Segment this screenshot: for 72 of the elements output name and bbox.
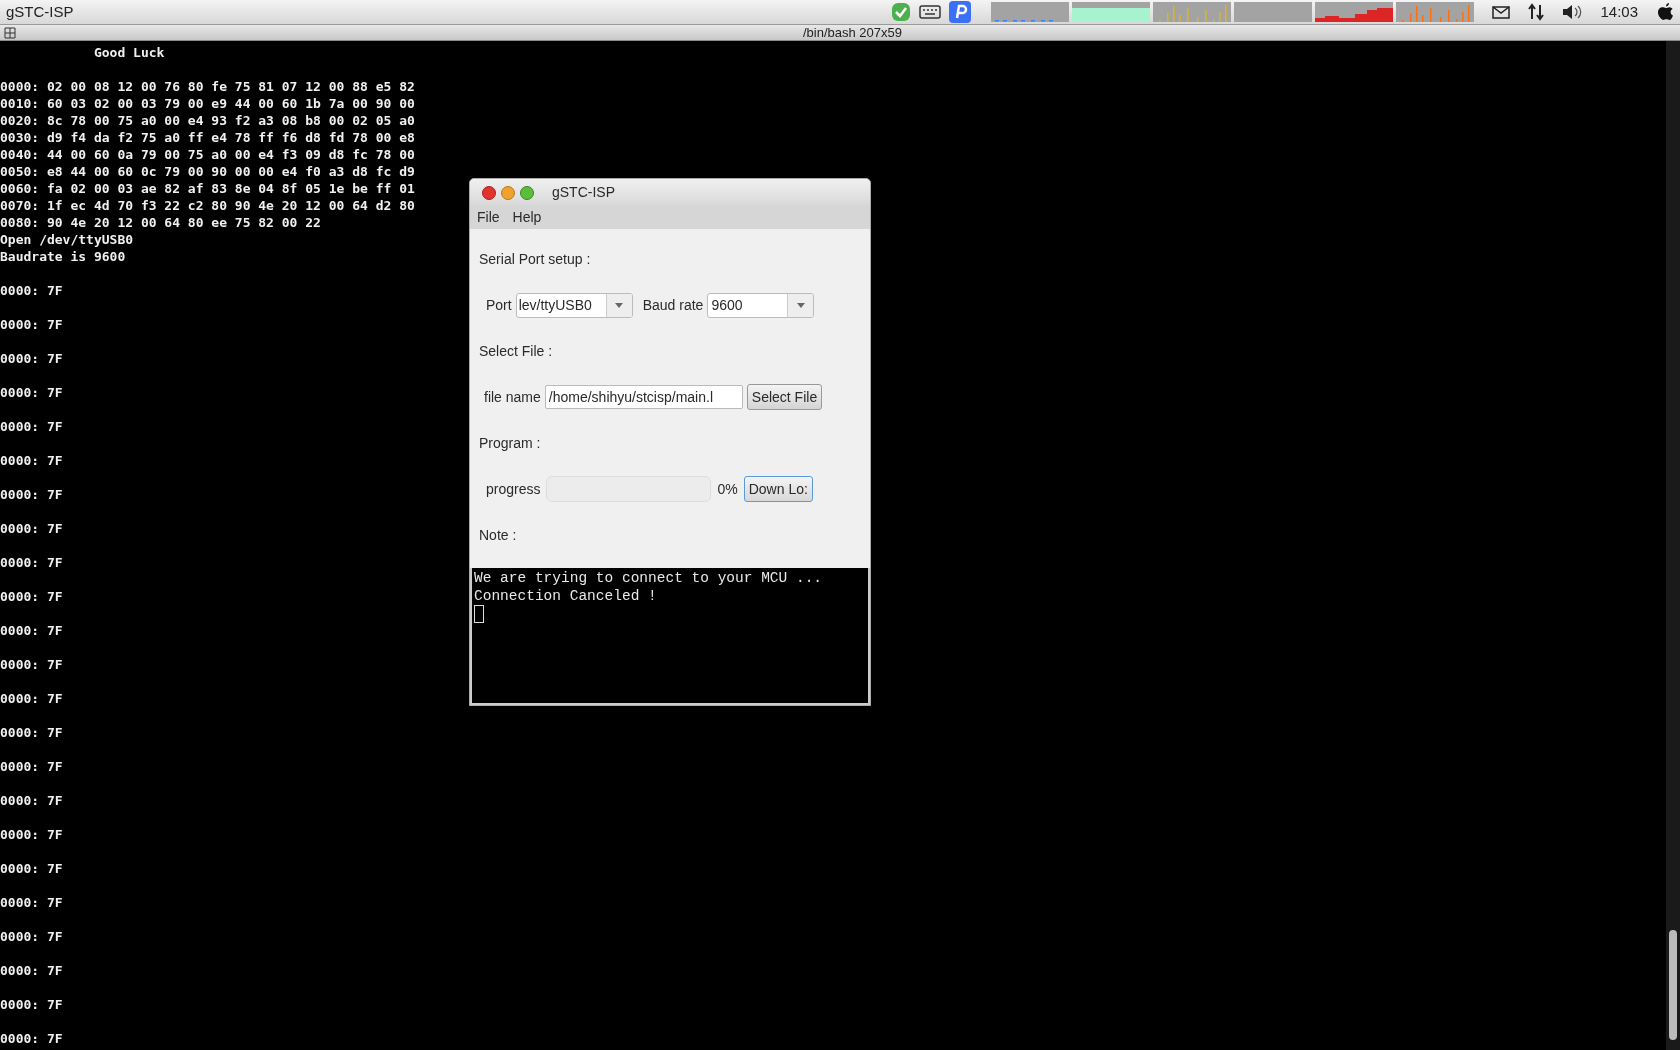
terminal-line: 0000: 7F [0,759,63,774]
section-heading: Program : [479,433,541,453]
menu-item[interactable]: Help [512,207,542,228]
file-name-field[interactable]: /home/shihyu/stcisp/main.l [544,385,743,409]
terminal-line: 0000: 7F [0,555,63,570]
terminal-line: 0000: 7F [0,351,63,366]
caret-icon [615,302,624,308]
terminal-line: 0000: 7F [0,963,63,978]
layout-grid-icon[interactable] [4,27,16,39]
terminal-line: 0070: 1f ec 4d 70 f3 22 c2 80 90 4e 20 12 00 64 d2 80 [0,198,415,213]
terminal-line: Baudrate is 9600 [0,249,126,264]
file-name-label: file name [484,387,541,407]
terminal-line: 0000: 7F [0,623,63,638]
terminal-line: 0000: 7F [0,1031,63,1046]
mail-icon[interactable] [1492,5,1511,19]
terminal-line: 0050: e8 44 00 60 0c 79 00 90 00 00 e4 f0 a3 d8 fc d9 [0,164,415,179]
terminal-line: 0000: 02 00 08 12 00 76 80 fe 75 81 07 12 00 88 e5 82 [0,79,415,94]
terminal-title: /bin/bash 207x59 [802,25,902,40]
terminal-line: 0080: 90 4e 20 12 00 64 80 ee 75 82 00 22 [0,215,321,230]
terminal-line: 0020: 8c 78 00 75 a0 00 e4 93 f2 a3 08 b8 00 02 05 a0 [0,113,415,128]
terminal-line: 0000: 7F [0,385,63,400]
port-dropdown[interactable]: lev/ttyUSB0 [515,292,633,318]
select-file-button[interactable]: Select File [746,384,823,410]
baud-rate-dropdown[interactable]: 9600 [707,292,815,318]
scrollbar-track[interactable] [1666,41,1680,1050]
terminal-line: Open /dev/ttyUSB0 [0,232,134,247]
log-line: Connection Canceled ! [474,587,658,605]
app-name: gSTC-ISP [6,1,74,22]
terminal-line: 0000: 7F [0,997,63,1012]
terminal-line: 0010: 60 03 02 00 03 79 00 e9 44 00 60 1b 7a 00 90 00 [0,96,415,111]
text-cursor [474,605,484,623]
terminal-line: 0060: fa 02 00 03 ae 82 af 83 8e 04 8f 05 1e be ff 01 [0,181,415,196]
keyboard-icon[interactable] [919,5,942,19]
terminal-line: 0000: 7F [0,589,63,604]
close-button[interactable] [482,185,496,200]
clock: 14:03 [1600,1,1638,22]
terminal-line: 0000: 7F [0,521,63,536]
terminal-line: 0040: 44 00 60 0a 79 00 75 a0 00 e4 f3 09 d8 fc 78 00 [0,147,415,162]
port-label: Port [486,295,512,315]
transfer-arrows-icon[interactable] [1528,3,1545,21]
terminal-line: 0000: 7F [0,725,63,740]
terminal-line: 0000: 7F [0,691,63,706]
baud-rate-label: Baud rate [642,295,704,315]
terminal-line: 0000: 7F [0,895,63,910]
terminal-line: 0000: 7F [0,419,63,434]
terminal-line: Good Luck [92,45,165,60]
section-heading: Note : [479,525,517,545]
terminal-line: 0000: 7F [0,793,63,808]
section-heading: Select File : [479,341,553,361]
menu-item[interactable]: File [477,207,500,228]
caret-icon [796,302,805,308]
section-heading: Serial Port setup : [479,249,591,269]
log-line: We are trying to connect to your MCU ... [474,569,824,587]
progress-label: progress [486,479,541,499]
window-title: gSTC-ISP [552,183,615,202]
terminal-line: 0000: 7F [0,827,63,842]
terminal-line: 0000: 7F [0,657,63,672]
volume-icon[interactable] [1562,4,1583,20]
terminal-line: 0000: 7F [0,317,63,332]
terminal-line: 0000: 7F [0,453,63,468]
scrollbar-thumb[interactable] [1669,930,1677,1040]
terminal-line: 0030: d9 f4 da f2 75 a0 ff e4 78 ff f6 d8 fd 78 00 e8 [0,130,415,145]
terminal-line: 0000: 7F [0,929,63,944]
minimize-button[interactable] [501,185,515,200]
terminal-line: 0000: 7F [0,283,63,298]
maximize-button[interactable] [520,185,534,200]
download-button[interactable]: Down Lo: [743,476,813,502]
apple-logo-icon[interactable] [1658,2,1674,22]
terminal-line: 0000: 7F [0,487,63,502]
progress-percent: 0% [717,479,738,499]
terminal-line: 0000: 7F [0,861,63,876]
p-badge-icon[interactable] [949,1,972,23]
